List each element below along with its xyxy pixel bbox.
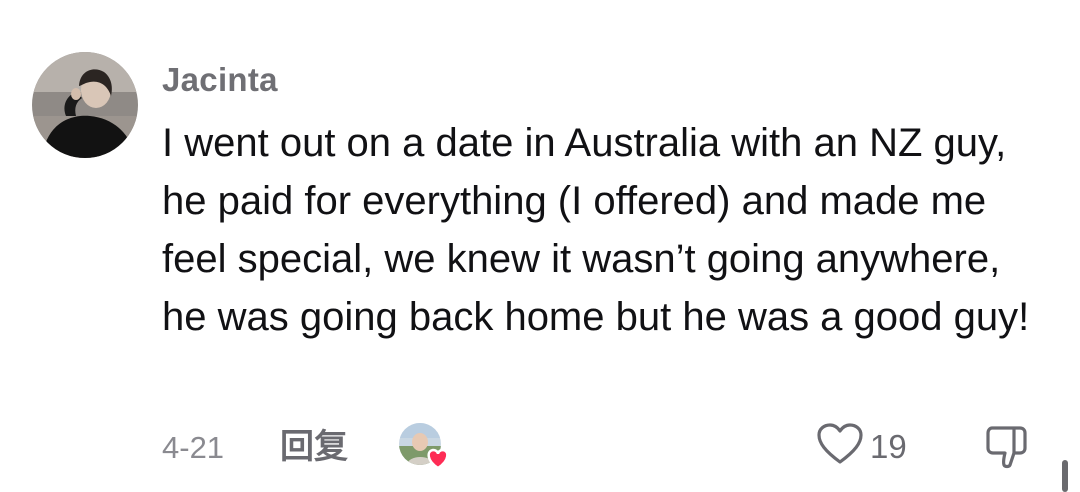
comment-username[interactable]: Jacinta — [162, 60, 278, 100]
like-count: 19 — [870, 428, 907, 465]
creator-liked-heart-icon — [398, 420, 454, 476]
comment-text: I went out on a date in Australia with a… — [162, 121, 1030, 339]
avatar[interactable] — [32, 52, 138, 158]
thumbs-down-icon — [986, 426, 1027, 469]
comment-date: 4-21 — [162, 430, 225, 465]
like-button[interactable] — [816, 422, 864, 466]
comment-actions: 4-21 回复 19 — [0, 418, 1080, 478]
heart-outline-icon — [817, 423, 863, 464]
scrollbar[interactable] — [1062, 460, 1068, 492]
reply-button[interactable]: 回复 — [280, 426, 348, 468]
dislike-button[interactable] — [984, 424, 1030, 470]
comment-item: Jacinta I went out on a date in Australi… — [0, 0, 1080, 492]
avatar-image — [32, 52, 138, 158]
